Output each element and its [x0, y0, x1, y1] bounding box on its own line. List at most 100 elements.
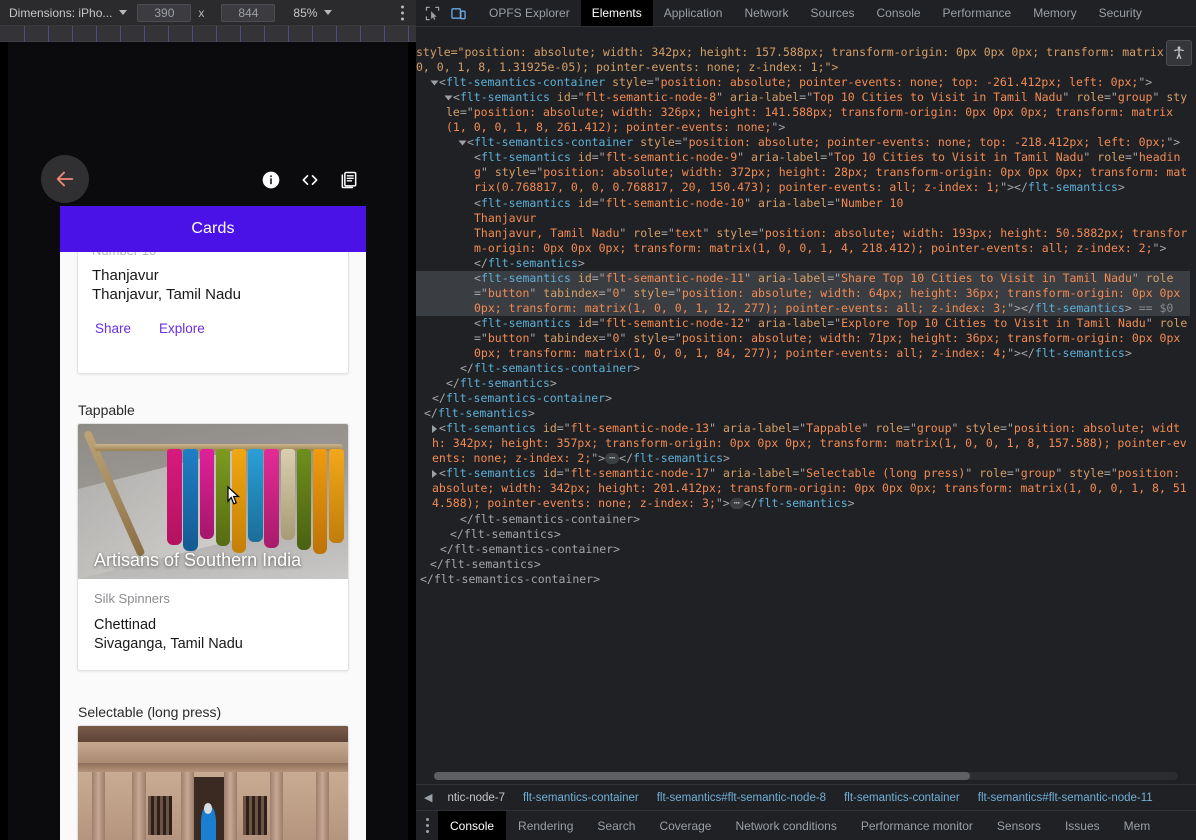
card-image-temple[interactable]: Brihadisvara Temple	[78, 726, 348, 840]
expand-triangle-icon[interactable]	[444, 95, 453, 101]
dom-tag: flt-semantics	[487, 255, 578, 270]
dimensions-label[interactable]: Dimensions: iPho...	[9, 6, 112, 20]
tab-security[interactable]: Security	[1088, 0, 1153, 26]
breadcrumb-item[interactable]: ntic-node-7	[438, 792, 514, 804]
dom-value: button	[487, 330, 530, 345]
drawer-tab-issues[interactable]: Issues	[1053, 811, 1112, 840]
dom-value: group	[1117, 90, 1153, 105]
tab-application[interactable]: Application	[653, 0, 734, 26]
drawer-tab-sensors[interactable]: Sensors	[985, 811, 1053, 840]
dom-tag: flt-semantics	[480, 270, 571, 285]
viewport-width-input[interactable]: 390	[137, 3, 192, 22]
dom-value: position: absolute; pointer-events: none…	[688, 135, 1167, 150]
drawer-tab-network-conditions[interactable]: Network conditions	[723, 811, 848, 840]
dom-tag: flt-semantics	[459, 90, 550, 105]
expand-triangle-icon[interactable]	[458, 140, 467, 146]
dom-line[interactable]: style="position: absolute; width: 342px;…	[416, 45, 1190, 75]
dom-line[interactable]: </flt-semantics>	[416, 376, 1190, 391]
drawer-tab-coverage[interactable]: Coverage	[647, 811, 723, 840]
drawer-tab-performance-monitor[interactable]: Performance monitor	[849, 811, 985, 840]
collapse-triangle-icon[interactable]	[432, 469, 437, 478]
dom-line[interactable]: <flt-semantics id="flt-semantic-node-8" …	[416, 90, 1190, 135]
dom-tag: flt-semantics	[480, 195, 571, 210]
tappable-card[interactable]: Artisans of Southern India Silk Spinners…	[77, 423, 349, 671]
emulated-viewport[interactable]: Cards Number 10 Thanjavur Thanjavur, Tam…	[0, 42, 416, 840]
app-card-container: Cards Number 10 Thanjavur Thanjavur, Tam…	[60, 206, 366, 840]
dom-line[interactable]: </flt-semantics>	[416, 256, 1190, 271]
dom-line[interactable]: <flt-semantics id="flt-semantic-node-9" …	[416, 150, 1190, 195]
card-kicker: Silk Spinners	[94, 591, 170, 606]
tab-performance[interactable]: Performance	[932, 0, 1023, 26]
dom-line[interactable]: <flt-semantics id="flt-semantic-node-10"…	[416, 196, 1190, 256]
explore-button[interactable]: Explore	[159, 321, 205, 336]
info-icon[interactable]	[261, 170, 281, 190]
collapse-triangle-icon[interactable]	[432, 424, 437, 433]
drawer-menu-icon[interactable]	[416, 811, 438, 840]
dom-line[interactable]: </flt-semantics-container>	[416, 512, 1190, 527]
dom-line[interactable]: </flt-semantics>	[416, 527, 1190, 542]
app-scroll-area[interactable]: Number 10 Thanjavur Thanjavur, Tamil Nad…	[60, 240, 366, 840]
viewport-height-input[interactable]: 844	[221, 3, 276, 22]
accessibility-person-icon	[1174, 46, 1184, 60]
dom-line[interactable]: <flt-semantics id="flt-semantic-node-17"…	[416, 466, 1190, 511]
breadcrumb-item[interactable]: flt-semantics-container	[835, 792, 969, 804]
tab-console[interactable]: Console	[866, 0, 932, 26]
collapsed-children-icon[interactable]: ⋯	[605, 453, 620, 465]
dom-horizontal-scrollbar[interactable]	[434, 772, 1178, 780]
dom-line[interactable]: </flt-semantics>	[416, 557, 1190, 572]
toggle-device-toolbar-button[interactable]	[445, 0, 471, 26]
dom-line[interactable]: </flt-semantics-container>	[416, 361, 1190, 376]
dom-tree-code[interactable]: style="position: absolute; width: 342px;…	[416, 28, 1196, 617]
tab-elements[interactable]: Elements	[580, 0, 653, 26]
tab-network[interactable]: Network	[733, 0, 799, 26]
devtools-window: Dimensions: iPho... 390 x 844 85% Cards …	[0, 0, 1196, 840]
dom-line-selected[interactable]: <flt-semantics id="flt-semantic-node-11"…	[416, 270, 1190, 316]
accessibility-button[interactable]	[1166, 40, 1192, 66]
code-icon[interactable]	[300, 170, 320, 190]
expand-triangle-icon[interactable]	[430, 80, 439, 86]
card-actions: Share Explore	[95, 321, 348, 336]
breadcrumb: ◀ ntic-node-7 flt-semantics-container fl…	[416, 784, 1196, 810]
back-button[interactable]	[41, 155, 89, 203]
chevron-down-icon[interactable]	[119, 10, 128, 15]
dom-tag: flt-semantics	[445, 421, 536, 436]
zoom-chevron-down-icon[interactable]	[324, 10, 333, 15]
zoom-level-label[interactable]: 85%	[293, 6, 317, 20]
drawer-tab-search[interactable]: Search	[585, 811, 647, 840]
drawer-tab-console[interactable]: Console	[438, 811, 507, 840]
section-label-tappable: Tappable	[78, 402, 135, 418]
breadcrumb-item[interactable]: flt-semantics#flt-semantic-node-8	[648, 792, 835, 804]
dom-line[interactable]: <flt-semantics id="flt-semantic-node-13"…	[416, 421, 1190, 466]
dom-value: flt-semantic-node-8	[584, 90, 717, 105]
share-button[interactable]: Share	[95, 321, 131, 336]
dom-line[interactable]: <flt-semantics-container style="position…	[416, 75, 1190, 90]
drawer-tab-memory[interactable]: Mem	[1112, 811, 1163, 840]
drawer-tab-rendering[interactable]: Rendering	[506, 811, 585, 840]
dom-line[interactable]: </flt-semantics>	[416, 406, 1190, 421]
scroll-left-icon[interactable]: ◀	[424, 791, 432, 804]
dom-close-tag: </flt-semantics>	[450, 526, 561, 541]
card-subtitle: Thanjavur, Tamil Nadu	[92, 286, 241, 304]
dom-line[interactable]: <flt-semantics-container style="position…	[416, 135, 1190, 150]
card-image-yarn[interactable]: Artisans of Southern India	[78, 424, 348, 579]
dom-line[interactable]: </flt-semantics-container>	[416, 542, 1190, 557]
collapsed-children-icon[interactable]: ⋯	[729, 498, 744, 510]
device-toolbar-menu-icon[interactable]	[401, 5, 404, 20]
card-line-2: Sivaganga, Tamil Nadu	[94, 636, 243, 653]
breadcrumb-item[interactable]: flt-semantics-container	[514, 792, 648, 804]
breadcrumb-item[interactable]: flt-semantics#flt-semantic-node-11	[969, 792, 1162, 804]
dom-close-tag: </flt-semantics>	[430, 556, 541, 571]
tab-memory[interactable]: Memory	[1022, 0, 1087, 26]
tab-opfs-explorer[interactable]: OPFS Explorer	[478, 0, 581, 26]
inspect-element-button[interactable]	[419, 0, 445, 26]
dom-line[interactable]: <flt-semantics id="flt-semantic-node-12"…	[416, 316, 1190, 361]
tab-sources[interactable]: Sources	[799, 0, 865, 26]
docs-icon[interactable]	[339, 170, 359, 190]
devtools-panel: OPFS Explorer Elements Application Netwo…	[416, 0, 1196, 840]
list-item[interactable]: Number 10 Thanjavur Thanjavur, Tamil Nad…	[77, 240, 349, 374]
selectable-card[interactable]: Brihadisvara Temple	[77, 725, 349, 840]
device-toolbar: Dimensions: iPho... 390 x 844 85%	[0, 0, 416, 26]
dom-line[interactable]: </flt-semantics-container>	[416, 391, 1190, 406]
dom-tree-panel[interactable]: style="position: absolute; width: 342px;…	[416, 28, 1196, 782]
dom-line[interactable]: </flt-semantics-container>	[416, 572, 1190, 587]
